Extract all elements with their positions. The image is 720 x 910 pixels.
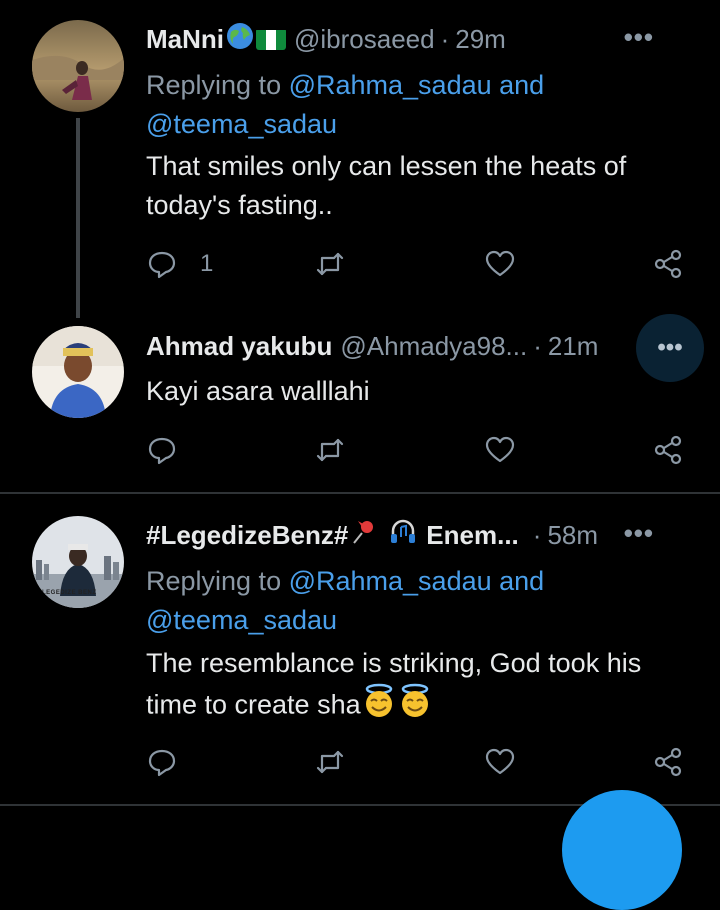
thread-line xyxy=(76,118,80,318)
retweet-button[interactable] xyxy=(314,434,346,466)
tweet-header: MaNni @ibrosaeed · 29m ••• xyxy=(146,22,690,56)
reply-icon xyxy=(148,251,176,279)
like-button[interactable] xyxy=(484,746,516,778)
more-options-icon[interactable]: ••• xyxy=(624,518,654,549)
display-name[interactable]: MaNni xyxy=(146,24,224,55)
like-icon xyxy=(485,748,515,775)
reply-button[interactable]: 1 xyxy=(146,248,213,280)
more-options-icon[interactable]: ••• xyxy=(624,22,654,53)
reply-button[interactable] xyxy=(146,746,178,778)
tweet-3[interactable]: LEGEDIZE BENZ #LegedizeBenz# Enem... · 5… xyxy=(0,494,720,804)
pushpin-icon xyxy=(350,517,380,554)
replying-to-line-2: @teema_sadau xyxy=(146,601,700,640)
like-icon xyxy=(485,436,515,463)
share-icon xyxy=(654,747,682,777)
retweet-icon xyxy=(316,438,344,462)
timestamp[interactable]: 21m xyxy=(548,331,599,362)
replying-to-label: Replying to xyxy=(146,70,289,100)
reply-icon xyxy=(148,749,176,777)
tweet-header: Ahmad yakubu @Ahmadya98... · 21m xyxy=(146,329,690,363)
reply-mention-link-2[interactable]: @teema_sadau xyxy=(146,605,337,635)
reply-mention-link[interactable]: @Rahma_sadau and xyxy=(289,566,545,596)
separator-dot: · xyxy=(440,23,450,54)
retweet-button[interactable] xyxy=(314,248,346,280)
handle[interactable]: @ibrosaeed xyxy=(294,24,435,55)
headphones-icon xyxy=(388,517,418,554)
tweet-text-line-1: Kayi asara walllahi xyxy=(146,376,370,406)
tweet-1[interactable]: MaNni @ibrosaeed · 29m ••• Replying to @… xyxy=(0,0,720,320)
halo-smile-emoji xyxy=(397,683,433,730)
replying-to-line: Replying to @Rahma_sadau and xyxy=(146,66,700,105)
timestamp[interactable]: 29m xyxy=(455,24,506,55)
share-button[interactable] xyxy=(652,746,684,778)
reply-mention-link[interactable]: @Rahma_sadau and xyxy=(289,70,545,100)
tweet-text-line-1: The resemblance is striking, God took hi… xyxy=(146,648,642,678)
timestamp[interactable]: 58m xyxy=(547,520,598,551)
reply-count: 1 xyxy=(200,250,214,277)
handle[interactable]: @Ahmadya98... xyxy=(340,331,527,362)
share-button[interactable] xyxy=(652,434,684,466)
tweet-2[interactable]: Ahmad yakubu @Ahmadya98... · 21m ••• Kay… xyxy=(0,314,720,492)
halo-smile-emoji xyxy=(361,683,397,730)
retweet-button[interactable] xyxy=(314,746,346,778)
reply-button[interactable] xyxy=(146,434,178,466)
separator-dot: · xyxy=(532,519,542,550)
tweet-text-line-2-wrap: time to create sha xyxy=(146,683,700,730)
retweet-icon xyxy=(316,252,344,276)
tweet-text-line-1: That smiles only can lessen the heats of xyxy=(146,151,627,181)
replying-to-line-2: @teema_sadau xyxy=(146,105,700,144)
avatar[interactable] xyxy=(32,326,124,418)
replying-to-line: Replying to @Rahma_sadau and xyxy=(146,562,700,601)
compose-fab-button[interactable] xyxy=(562,790,682,910)
replying-to-label: Replying to xyxy=(146,566,289,596)
tweet-actions xyxy=(146,746,700,786)
like-button[interactable] xyxy=(484,434,516,466)
tweet-actions xyxy=(146,434,700,474)
nigeria-flag-icon xyxy=(256,28,286,50)
like-icon xyxy=(485,250,515,277)
share-button[interactable] xyxy=(652,248,684,280)
share-icon xyxy=(654,249,682,279)
avatar-caption: LEGEDIZE BENZ xyxy=(42,590,97,596)
tweet-text-line-2: today's fasting.. xyxy=(146,190,333,220)
like-button[interactable] xyxy=(484,248,516,280)
reply-icon xyxy=(148,437,176,465)
tweet-actions: 1 xyxy=(146,248,700,288)
display-name[interactable]: Ahmad yakubu xyxy=(146,331,332,362)
share-icon xyxy=(654,435,682,465)
reply-mention-link-2[interactable]: @teema_sadau xyxy=(146,109,337,139)
avatar[interactable]: LEGEDIZE BENZ xyxy=(32,516,124,608)
retweet-icon xyxy=(316,750,344,774)
tweet-text-line-2: time to create sha xyxy=(146,689,361,720)
globe-icon xyxy=(226,22,254,57)
separator-dot: · xyxy=(533,330,542,361)
tweet-header: #LegedizeBenz# Enem... · 58m ••• xyxy=(146,518,690,552)
display-name-suffix[interactable]: Enem... xyxy=(426,520,518,551)
display-name[interactable]: #LegedizeBenz# xyxy=(146,520,348,551)
avatar[interactable] xyxy=(32,20,124,112)
